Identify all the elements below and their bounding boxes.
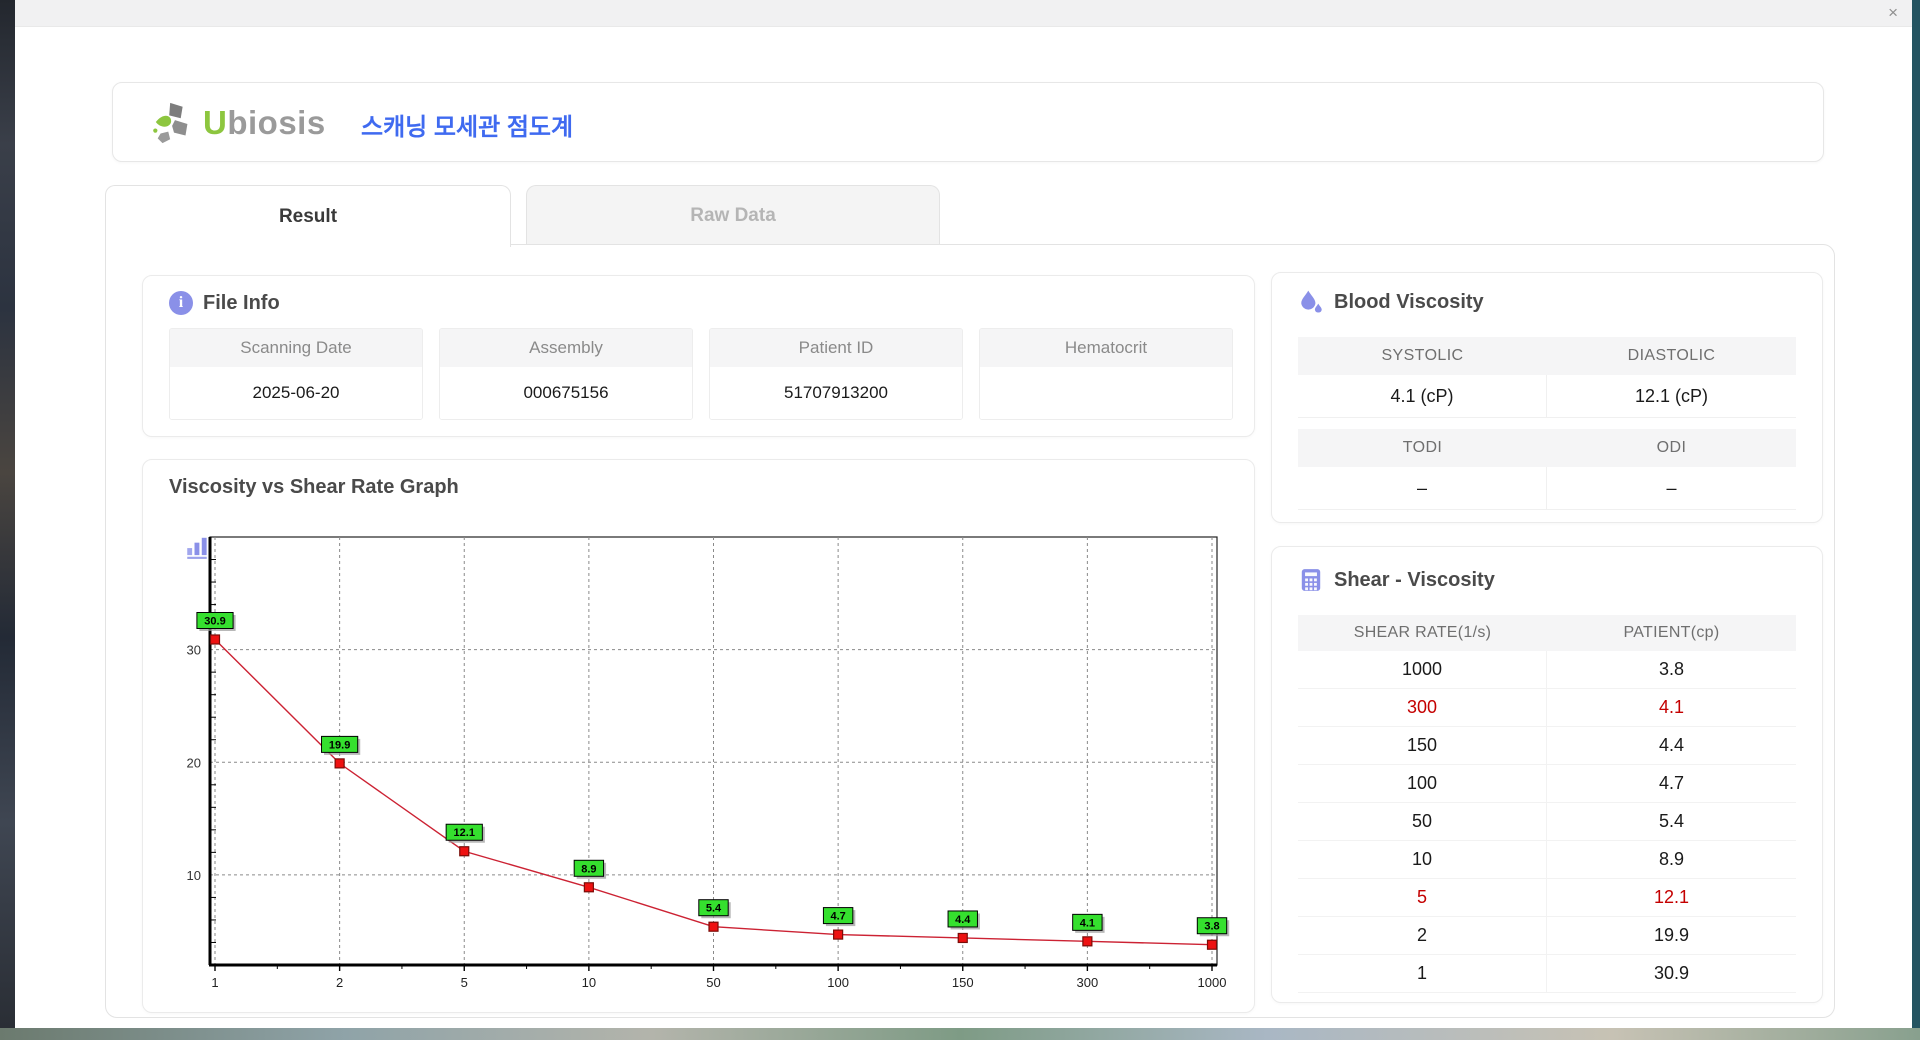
calculator-icon <box>1301 569 1321 591</box>
svg-text:30.9: 30.9 <box>204 615 225 627</box>
table-row: 300 4.1 <box>1298 689 1796 727</box>
blood-viscosity-card: Blood Viscosity SYSTOLIC DIASTOLIC 4.1 (… <box>1271 272 1823 523</box>
close-icon[interactable]: × <box>1888 2 1898 24</box>
table-row: 100 4.7 <box>1298 765 1796 803</box>
table-row: 1000 3.8 <box>1298 651 1796 689</box>
diastolic-header: DIASTOLIC <box>1627 347 1716 364</box>
table-row: 50 5.4 <box>1298 803 1796 841</box>
desktop-wallpaper-bottom <box>0 1028 1920 1040</box>
svg-text:3.8: 3.8 <box>1204 921 1219 933</box>
svg-text:150: 150 <box>952 975 974 990</box>
table-row: 2 19.9 <box>1298 917 1796 955</box>
app-logo: Ubiosis <box>151 100 326 146</box>
desktop-wallpaper-right <box>1912 0 1920 1028</box>
table-row: 1 30.9 <box>1298 955 1796 993</box>
svg-text:8.9: 8.9 <box>581 863 596 875</box>
result-panel: i File Info Scanning Date 2025-06-20 Ass… <box>105 244 1835 1018</box>
app-header: Ubiosis 스캐닝 모세관 점도계 <box>112 82 1824 162</box>
window-titlebar: × <box>15 0 1912 27</box>
todi-odi-table: TODI ODI – – <box>1298 429 1796 510</box>
svg-text:20: 20 <box>187 755 201 770</box>
patient-column-header: PATIENT(cp) <box>1623 624 1720 641</box>
file-info-fields: Scanning Date 2025-06-20 Assembly 000675… <box>169 328 1233 420</box>
svg-text:5.4: 5.4 <box>706 903 722 915</box>
systolic-header: SYSTOLIC <box>1381 347 1464 364</box>
shear-viscosity-table: SHEAR RATE(1/s) PATIENT(cp) 1000 3.8 300 4.… <box>1298 615 1796 993</box>
desktop: × Ubiosis 스캐닝 모세관 점도계 Result Raw Data i … <box>0 0 1920 1040</box>
svg-text:1: 1 <box>211 975 218 990</box>
field-scanning-date: Scanning Date 2025-06-20 <box>169 328 423 420</box>
field-patient-id: Patient ID 51707913200 <box>709 328 963 420</box>
viscosity-shear-chart: 1 2 5 10 50 100 150 300 1000 10 20 30 30.9 19.9 12.1 8.… <box>187 536 1230 990</box>
shear-rate-column-header: SHEAR RATE(1/s) <box>1353 624 1492 641</box>
app-window: × Ubiosis 스캐닝 모세관 점도계 Result Raw Data i … <box>15 0 1912 1028</box>
shear-table-body: 1000 3.8 300 4.1 150 4.4 100 4.7 50 5.4 10 8.9 5 12.1… <box>1298 651 1796 993</box>
blood-viscosity-title: Blood Viscosity <box>1298 289 1484 315</box>
svg-text:30: 30 <box>187 643 201 658</box>
svg-text:19.9: 19.9 <box>329 739 350 751</box>
odi-value: – <box>1666 477 1677 498</box>
svg-text:10: 10 <box>187 868 201 883</box>
table-row: 150 4.4 <box>1298 727 1796 765</box>
app-logo-text: Ubiosis <box>203 104 326 141</box>
systolic-diastolic-table: SYSTOLIC DIASTOLIC 4.1 (cP) 12.1 (cP) <box>1298 337 1796 418</box>
field-hematocrit: Hematocrit <box>979 328 1233 420</box>
desktop-wallpaper-left <box>0 0 15 1028</box>
file-info-card: i File Info Scanning Date 2025-06-20 Ass… <box>142 275 1255 437</box>
svg-text:2: 2 <box>336 975 343 990</box>
table-row: 10 8.9 <box>1298 841 1796 879</box>
svg-text:5: 5 <box>461 975 468 990</box>
svg-text:10: 10 <box>582 975 596 990</box>
page-title: 스캐닝 모세관 점도계 <box>361 114 574 141</box>
svg-text:50: 50 <box>706 975 720 990</box>
tab-raw-data[interactable]: Raw Data <box>526 185 940 245</box>
shear-viscosity-card: Shear - Viscosity SHEAR RATE(1/s) PATIEN… <box>1271 546 1823 1003</box>
shear-viscosity-title: Shear - Viscosity <box>1298 567 1495 593</box>
ubiosis-logo-icon <box>153 102 188 144</box>
todi-header: TODI <box>1402 439 1443 456</box>
svg-text:1000: 1000 <box>1198 975 1227 990</box>
table-row: 5 12.1 <box>1298 879 1796 917</box>
file-info-title: i File Info <box>169 291 280 315</box>
svg-text:4.1: 4.1 <box>1080 917 1095 929</box>
svg-text:4.7: 4.7 <box>830 911 845 923</box>
diastolic-value: 12.1 (cP) <box>1634 385 1709 406</box>
svg-text:12.1: 12.1 <box>454 827 475 839</box>
todi-value: – <box>1298 467 1547 509</box>
viscosity-graph-card: Viscosity vs Shear Rate Graph 1 2 5 10 50 100… <box>142 459 1255 1013</box>
svg-text:300: 300 <box>1077 975 1099 990</box>
droplets-icon <box>1301 290 1322 313</box>
tab-result[interactable]: Result <box>105 185 511 247</box>
svg-text:100: 100 <box>827 975 849 990</box>
odi-header: ODI <box>1656 439 1687 456</box>
svg-text:4.4: 4.4 <box>955 914 971 926</box>
field-assembly: Assembly 000675156 <box>439 328 693 420</box>
info-icon: i <box>169 291 193 315</box>
systolic-value: 4.1 (cP) <box>1298 375 1547 417</box>
graph-title: Viscosity vs Shear Rate Graph <box>169 476 459 559</box>
